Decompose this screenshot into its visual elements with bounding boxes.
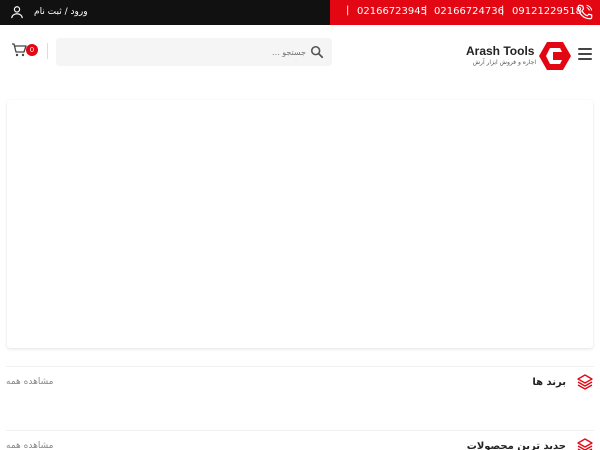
top-bar: 09121229518 | 02166724736 | 02166723945 … <box>0 0 600 25</box>
header-divider <box>47 43 48 59</box>
layers-icon <box>577 374 593 390</box>
search-icon[interactable] <box>310 45 324 59</box>
separator: | <box>346 5 350 16</box>
cart-icon[interactable] <box>11 43 27 57</box>
section-title: برند ها <box>532 377 566 388</box>
section-title: جدید ترین محصولات <box>466 441 566 450</box>
brands-section: برند ها مشاهده همه <box>6 366 594 400</box>
phone-number-1[interactable]: 09121229518 <box>512 6 582 17</box>
newest-products-section: جدید ترین محصولات مشاهده همه <box>6 430 594 450</box>
contact-bar: 09121229518 | 02166724736 | 02166723945 … <box>330 0 600 25</box>
cart-count-badge[interactable]: 0 <box>26 44 38 56</box>
layers-icon <box>577 438 593 450</box>
view-all-link[interactable]: مشاهده همه <box>6 377 53 387</box>
main-slider[interactable] <box>7 100 593 348</box>
view-all-link[interactable]: مشاهده همه <box>6 441 53 450</box>
logo-icon[interactable] <box>538 40 572 72</box>
phone-number-3[interactable]: 02166723945 <box>357 6 427 17</box>
phone-number-2[interactable]: 02166724736 <box>434 6 504 17</box>
hamburger-menu-icon[interactable] <box>578 48 592 60</box>
logo-subtitle: اجاره و فروش ابزار آرش <box>472 59 536 66</box>
login-register-link[interactable]: ورود / ثبت نام <box>34 7 88 17</box>
user-icon[interactable] <box>10 5 24 19</box>
search-box <box>56 38 332 66</box>
logo-title[interactable]: Arash Tools <box>466 44 534 58</box>
search-input[interactable] <box>66 44 306 60</box>
